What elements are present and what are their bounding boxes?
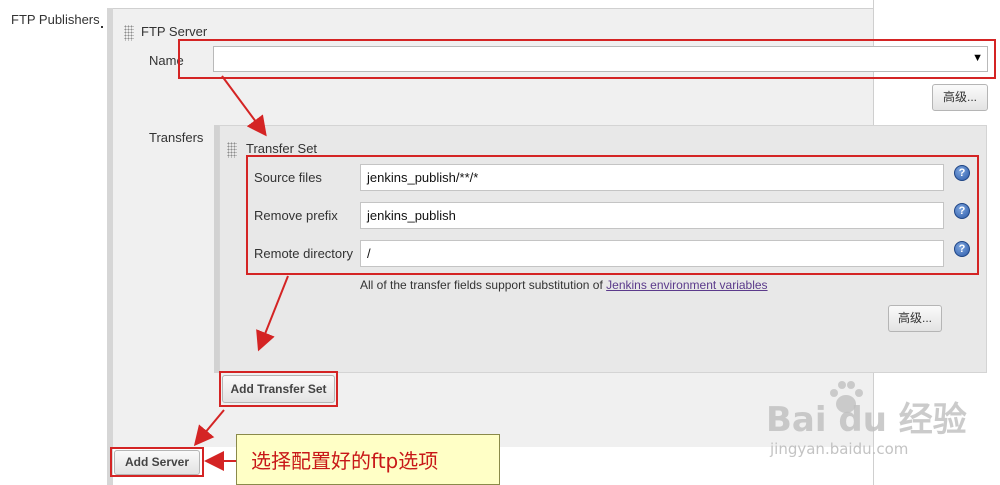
annotation-callout: 选择配置好的ftp选项 [236,434,500,485]
arrow-to-add-transfer [256,275,289,352]
baidu-watermark-url: jingyan.baidu.com [770,440,909,458]
baidu-watermark: Bai du 经验 [766,400,967,440]
arrow-to-add-server [193,409,225,447]
arrow-to-fields [221,75,267,137]
